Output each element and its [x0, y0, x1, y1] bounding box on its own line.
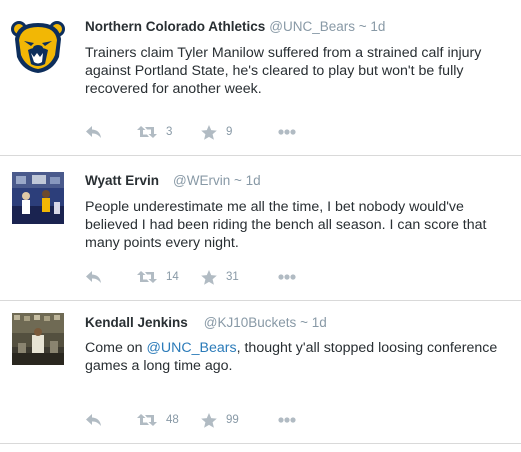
retweet-count: 3 [166, 126, 173, 138]
timestamp[interactable]: 1d [370, 19, 385, 34]
tweet-actions: 48 99 [85, 412, 315, 428]
more-dots-icon [278, 274, 296, 280]
separator: ~ [300, 315, 308, 330]
more-options-button[interactable] [278, 124, 296, 140]
separator: ~ [234, 173, 242, 188]
retweet-button[interactable]: 3 [137, 124, 172, 140]
username[interactable]: @KJ10Buckets [204, 315, 297, 330]
username[interactable]: @UNC_Bears [269, 19, 355, 34]
bear-logo [9, 17, 67, 75]
retweet-button[interactable]: 14 [137, 269, 179, 285]
tweet-text-start: Come on [85, 340, 147, 356]
avatar[interactable] [9, 17, 67, 75]
retweet-icon [137, 414, 157, 426]
timestamp[interactable]: 1d [246, 173, 261, 188]
tweet-text: People underestimate me all the time, I … [85, 199, 487, 251]
favorite-count: 99 [226, 414, 239, 426]
avatar-photo [12, 313, 64, 365]
more-options-button[interactable] [278, 269, 296, 285]
retweet-icon [137, 126, 157, 138]
star-icon [201, 412, 217, 428]
separator: ~ [358, 19, 367, 34]
avatar[interactable] [12, 313, 64, 365]
favorite-count: 31 [226, 271, 239, 283]
star-icon [201, 124, 217, 140]
favorite-button[interactable]: 99 [201, 412, 239, 428]
retweet-icon [137, 271, 157, 283]
display-name[interactable]: Wyatt Ervin [85, 173, 159, 188]
star-icon [201, 269, 217, 285]
tweet[interactable]: Kendall Jenkins @KJ10Buckets ~ 1d Come on… [0, 301, 521, 444]
reply-button[interactable] [85, 412, 102, 428]
tweet[interactable]: Northern Colorado Athletics @UNC_Bears ~ … [0, 0, 521, 156]
tweet-text: Trainers claim Tyler Manilow suffered fr… [85, 45, 482, 97]
more-dots-icon [278, 417, 296, 423]
tweet-actions: 14 31 [85, 269, 315, 285]
display-name[interactable]: Northern Colorado Athletics [85, 19, 265, 34]
tweet-text: Come on @UNC_Bears, thought y'all stoppe… [85, 339, 505, 375]
retweet-count: 14 [166, 271, 179, 283]
reply-icon [86, 271, 101, 283]
username[interactable]: @WErvin [173, 173, 230, 188]
tweet-feed: Northern Colorado Athletics @UNC_Bears ~ … [0, 0, 521, 444]
reply-icon [86, 126, 101, 138]
more-dots-icon [278, 129, 296, 135]
tweet[interactable]: Wyatt Ervin @WErvin ~ 1d People underesti… [0, 156, 521, 301]
avatar[interactable] [12, 172, 64, 224]
timestamp[interactable]: 1d [312, 315, 327, 330]
favorite-count: 9 [226, 126, 233, 138]
display-name[interactable]: Kendall Jenkins [85, 315, 188, 330]
retweet-button[interactable]: 48 [137, 412, 179, 428]
tweet-header: Northern Colorado Athletics @UNC_Bears ~ … [85, 18, 385, 36]
favorite-button[interactable]: 31 [201, 269, 239, 285]
reply-icon [86, 414, 101, 426]
reply-button[interactable] [85, 269, 102, 285]
mention-link[interactable]: @UNC_Bears [147, 340, 237, 356]
tweet-header: Kendall Jenkins @KJ10Buckets ~ 1d [85, 314, 327, 332]
reply-button[interactable] [85, 124, 102, 140]
tweet-actions: 3 9 [85, 124, 315, 140]
tweet-header: Wyatt Ervin @WErvin ~ 1d [85, 172, 261, 190]
retweet-count: 48 [166, 414, 179, 426]
favorite-button[interactable]: 9 [201, 124, 232, 140]
avatar-photo [12, 172, 64, 224]
more-options-button[interactable] [278, 412, 296, 428]
